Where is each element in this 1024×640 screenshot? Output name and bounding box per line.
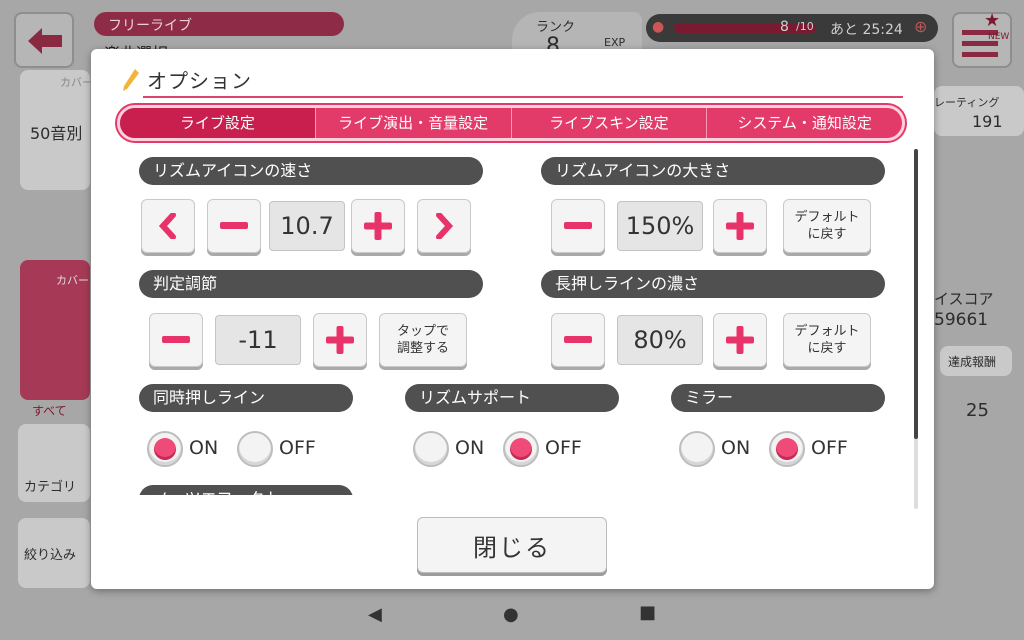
mirror-label: ミラー: [671, 384, 885, 412]
settings-scroll-area[interactable]: リズムアイコンの速さ 10.7 リズムアイコンの大きさ 150% デフォルト に…: [91, 149, 934, 495]
stamina-gauge: [674, 23, 816, 33]
hiscore-label: イスコア: [934, 290, 994, 308]
long-line-reset-button[interactable]: デフォルト に戻す: [783, 313, 871, 367]
minus-icon: [162, 336, 190, 343]
rhythm-support-label: リズムサポート: [405, 384, 619, 412]
stamina-bar: ● 8 /10 あと 25:24 ⊕: [646, 14, 938, 42]
category-label: カテゴリ: [24, 480, 77, 495]
sync-line-off-radio[interactable]: [237, 431, 273, 467]
rhythm-support-on-radio[interactable]: [413, 431, 449, 467]
size-value: 150%: [617, 201, 703, 251]
stamina-count: 8: [780, 19, 789, 35]
star-icon: ★: [984, 10, 1001, 31]
pencil-icon: [123, 69, 139, 91]
fire-icon: ●: [652, 19, 665, 35]
speed-value: 10.7: [269, 201, 345, 251]
plus-icon: [726, 326, 754, 354]
back-button[interactable]: [14, 12, 74, 68]
options-dialog: オプション ライブ設定 ライブ演出・音量設定 ライブスキン設定 システム・通知設…: [91, 49, 934, 589]
minus-icon: [564, 222, 592, 229]
icon-size-label: リズムアイコンの大きさ: [541, 157, 885, 185]
tap-adjust-button[interactable]: タップで 調整する: [379, 313, 467, 367]
speed-increase-button[interactable]: [351, 199, 405, 253]
sync-line-on-radio[interactable]: [147, 431, 183, 467]
long-line-label: 長押しラインの濃さ: [541, 270, 885, 298]
close-button[interactable]: 閉じる: [417, 517, 607, 573]
scrollbar-thumb[interactable]: [914, 149, 918, 439]
tab-live-settings[interactable]: ライブ設定: [120, 108, 316, 138]
judge-decrease-button[interactable]: [149, 313, 203, 367]
icon-speed-label: リズムアイコンの速さ: [139, 157, 483, 185]
rhythm-support-on-label: ON: [455, 437, 485, 459]
filter-label: 絞り込み: [24, 548, 77, 563]
nav-back-icon[interactable]: ◀: [368, 604, 382, 625]
option-tabs: ライブ設定 ライブ演出・音量設定 ライブスキン設定 システム・通知設定: [117, 105, 905, 141]
plus-icon: [726, 212, 754, 240]
mirror-on-label: ON: [721, 437, 751, 459]
left-item-1: カバー: [60, 76, 93, 89]
new-badge: NEW: [988, 32, 1010, 42]
stamina-timer: あと 25:24: [830, 22, 903, 38]
exp-label: EXP: [604, 36, 626, 49]
plus-icon[interactable]: ⊕: [914, 17, 927, 36]
judge-adjust-label: 判定調節: [139, 270, 483, 298]
tab-live-skin[interactable]: ライブスキン設定: [512, 108, 708, 138]
reward-label: 達成報酬: [948, 355, 997, 369]
chevron-right-icon: [436, 213, 454, 239]
minus-icon: [220, 222, 248, 229]
chevron-left-icon: [158, 213, 176, 239]
minus-icon: [564, 336, 592, 343]
tab-system-notifications[interactable]: システム・通知設定: [707, 108, 902, 138]
left-item-2: 50音別: [30, 124, 83, 143]
speed-decrease-button[interactable]: [207, 199, 261, 253]
speed-decrease-large-button[interactable]: [141, 199, 195, 253]
size-decrease-button[interactable]: [551, 199, 605, 253]
nav-recent-icon[interactable]: ■: [639, 602, 656, 623]
long-line-increase-button[interactable]: [713, 313, 767, 367]
rank-label: ランク: [536, 20, 576, 35]
android-nav-bar: ◀ ● ■: [0, 596, 1024, 640]
long-line-value: 80%: [617, 315, 703, 365]
sync-line-on-label: ON: [189, 437, 219, 459]
speed-increase-large-button[interactable]: [417, 199, 471, 253]
rhythm-support-off-radio[interactable]: [503, 431, 539, 467]
back-arrow-icon: [28, 28, 62, 54]
rhythm-support-off-label: OFF: [545, 437, 582, 459]
mirror-off-radio[interactable]: [769, 431, 805, 467]
all-label: すべて: [32, 404, 67, 418]
rating-value: 191: [972, 112, 1003, 131]
sync-line-label: 同時押しライン: [139, 384, 353, 412]
menu-button[interactable]: ★ NEW: [952, 10, 1012, 68]
tab-live-effects-volume[interactable]: ライブ演出・音量設定: [316, 108, 512, 138]
plus-icon: [364, 212, 392, 240]
size-increase-button[interactable]: [713, 199, 767, 253]
screen-title: フリーライブ: [94, 12, 344, 36]
judge-increase-button[interactable]: [313, 313, 367, 367]
stamina-max: /10: [796, 20, 814, 33]
sync-line-off-label: OFF: [279, 437, 316, 459]
judge-value: -11: [215, 315, 301, 365]
rating-label: レーティング: [934, 96, 1000, 109]
mirror-on-radio[interactable]: [679, 431, 715, 467]
count-value: 25: [966, 400, 989, 421]
hiscore-value: 59661: [934, 310, 989, 330]
title-underline: [143, 96, 903, 98]
left-item-3: カバー: [56, 274, 89, 287]
notes-effect-label: ノーツエフェクト: [139, 485, 353, 495]
long-line-decrease-button[interactable]: [551, 313, 605, 367]
nav-home-icon[interactable]: ●: [503, 604, 519, 625]
dialog-title: オプション: [147, 69, 252, 93]
mirror-off-label: OFF: [811, 437, 848, 459]
size-reset-button[interactable]: デフォルト に戻す: [783, 199, 871, 253]
plus-icon: [326, 326, 354, 354]
